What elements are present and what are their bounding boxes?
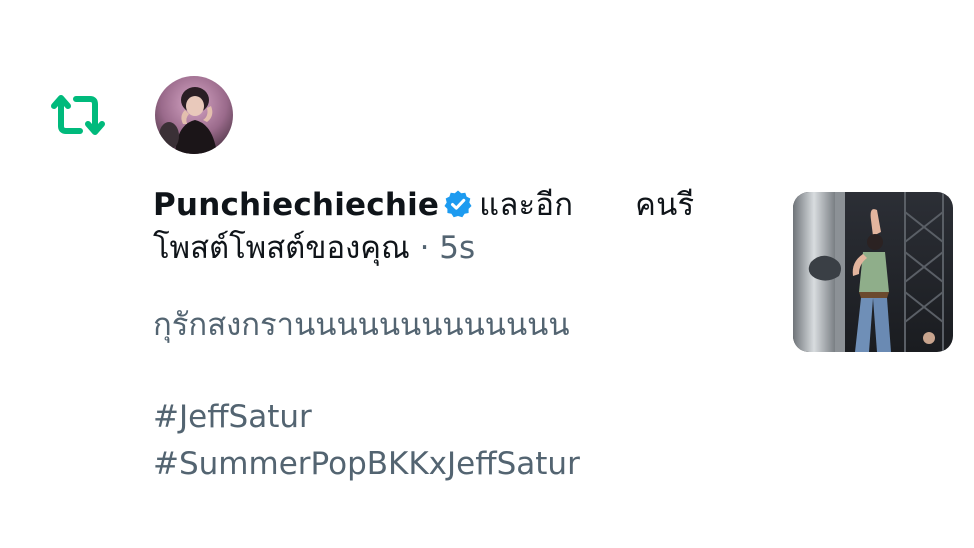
notification-content: Punchiechiechie และอีก คนรี โพสต์โพสต์ของค… [153, 184, 753, 488]
hashtag[interactable]: #SummerPopBKKxJeffSatur [153, 441, 753, 488]
retweet-notification[interactable]: Punchiechiechie และอีก คนรี โพสต์โพสต์ของค… [0, 0, 974, 548]
verified-badge-icon [443, 188, 473, 218]
notification-headline: Punchiechiechie และอีก คนรี [153, 184, 753, 226]
user-name[interactable]: Punchiechiechie [153, 187, 439, 223]
tweet-text[interactable]: กุรักสงกรานนนนนนนนนนนนน #JeffSatur #Summ… [153, 302, 753, 488]
hashtag[interactable]: #JeffSatur [153, 394, 753, 441]
retweet-icon [48, 92, 108, 138]
action-line: โพสต์โพสต์ของคุณ · 5s [153, 226, 753, 270]
and-others-text: และอีก [479, 187, 574, 223]
tweet-body: กุรักสงกรานนนนนนนนนนนนน [153, 307, 570, 343]
timestamp: 5s [439, 230, 476, 266]
user-avatar[interactable] [155, 76, 233, 154]
time-separator: · [419, 230, 430, 266]
action-text: โพสต์โพสต์ของคุณ [153, 230, 410, 266]
others-suffix-text: คนรี [635, 187, 695, 223]
media-thumbnail[interactable] [793, 192, 953, 352]
